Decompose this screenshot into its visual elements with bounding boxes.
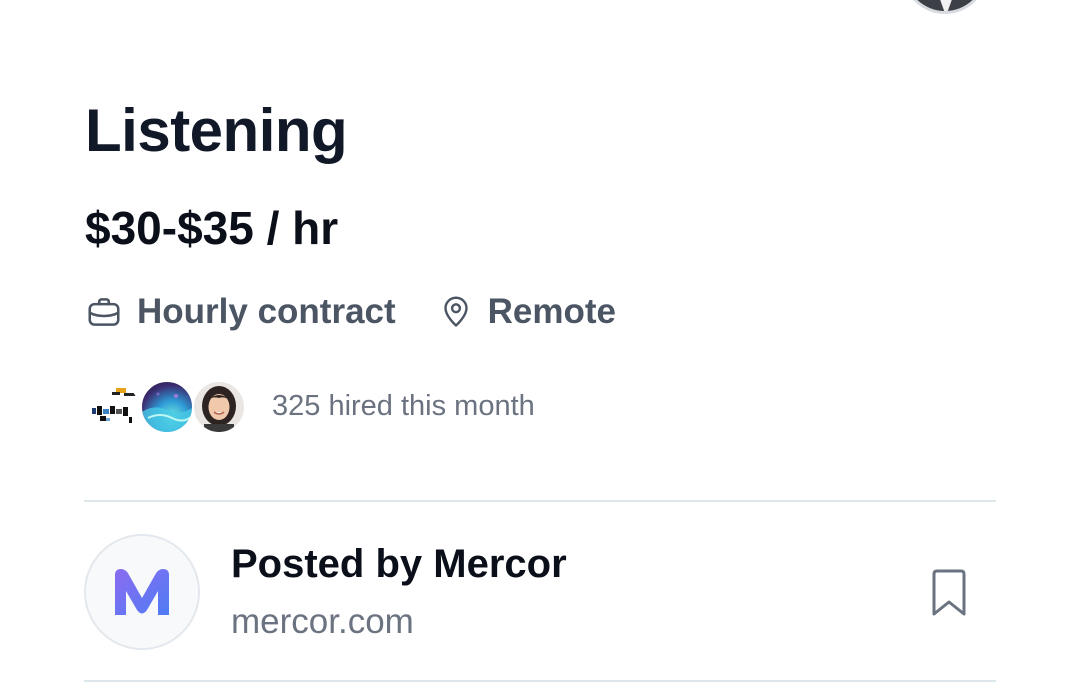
divider: [84, 500, 996, 502]
pay-rate: $30-$35 / hr: [85, 202, 339, 254]
hired-count-text: 325 hired this month: [272, 389, 535, 422]
bookmark-icon[interactable]: [926, 568, 972, 618]
job-location-label: Remote: [487, 292, 617, 331]
job-location: Remote: [438, 292, 616, 332]
company-domain[interactable]: mercor.com: [231, 600, 414, 644]
hired-avatar: [192, 380, 246, 434]
hired-avatar: [86, 380, 140, 434]
mercor-logo-icon: [115, 569, 169, 615]
hired-avatar: [140, 380, 194, 434]
job-meta: Hourly contract Remote: [85, 290, 616, 334]
contract-type-label: Hourly contract: [137, 292, 396, 331]
contract-type: Hourly contract: [85, 292, 396, 332]
map-pin-icon: [438, 293, 474, 331]
briefcase-icon: [85, 293, 123, 331]
hired-avatars: [86, 378, 248, 434]
user-avatar[interactable]: [902, 0, 988, 14]
posted-by: Posted by Mercor: [231, 542, 567, 586]
hired-summary: 325 hired this month: [86, 378, 535, 434]
company-logo[interactable]: [84, 534, 200, 650]
job-title: Listening: [85, 97, 348, 164]
divider: [84, 680, 996, 682]
